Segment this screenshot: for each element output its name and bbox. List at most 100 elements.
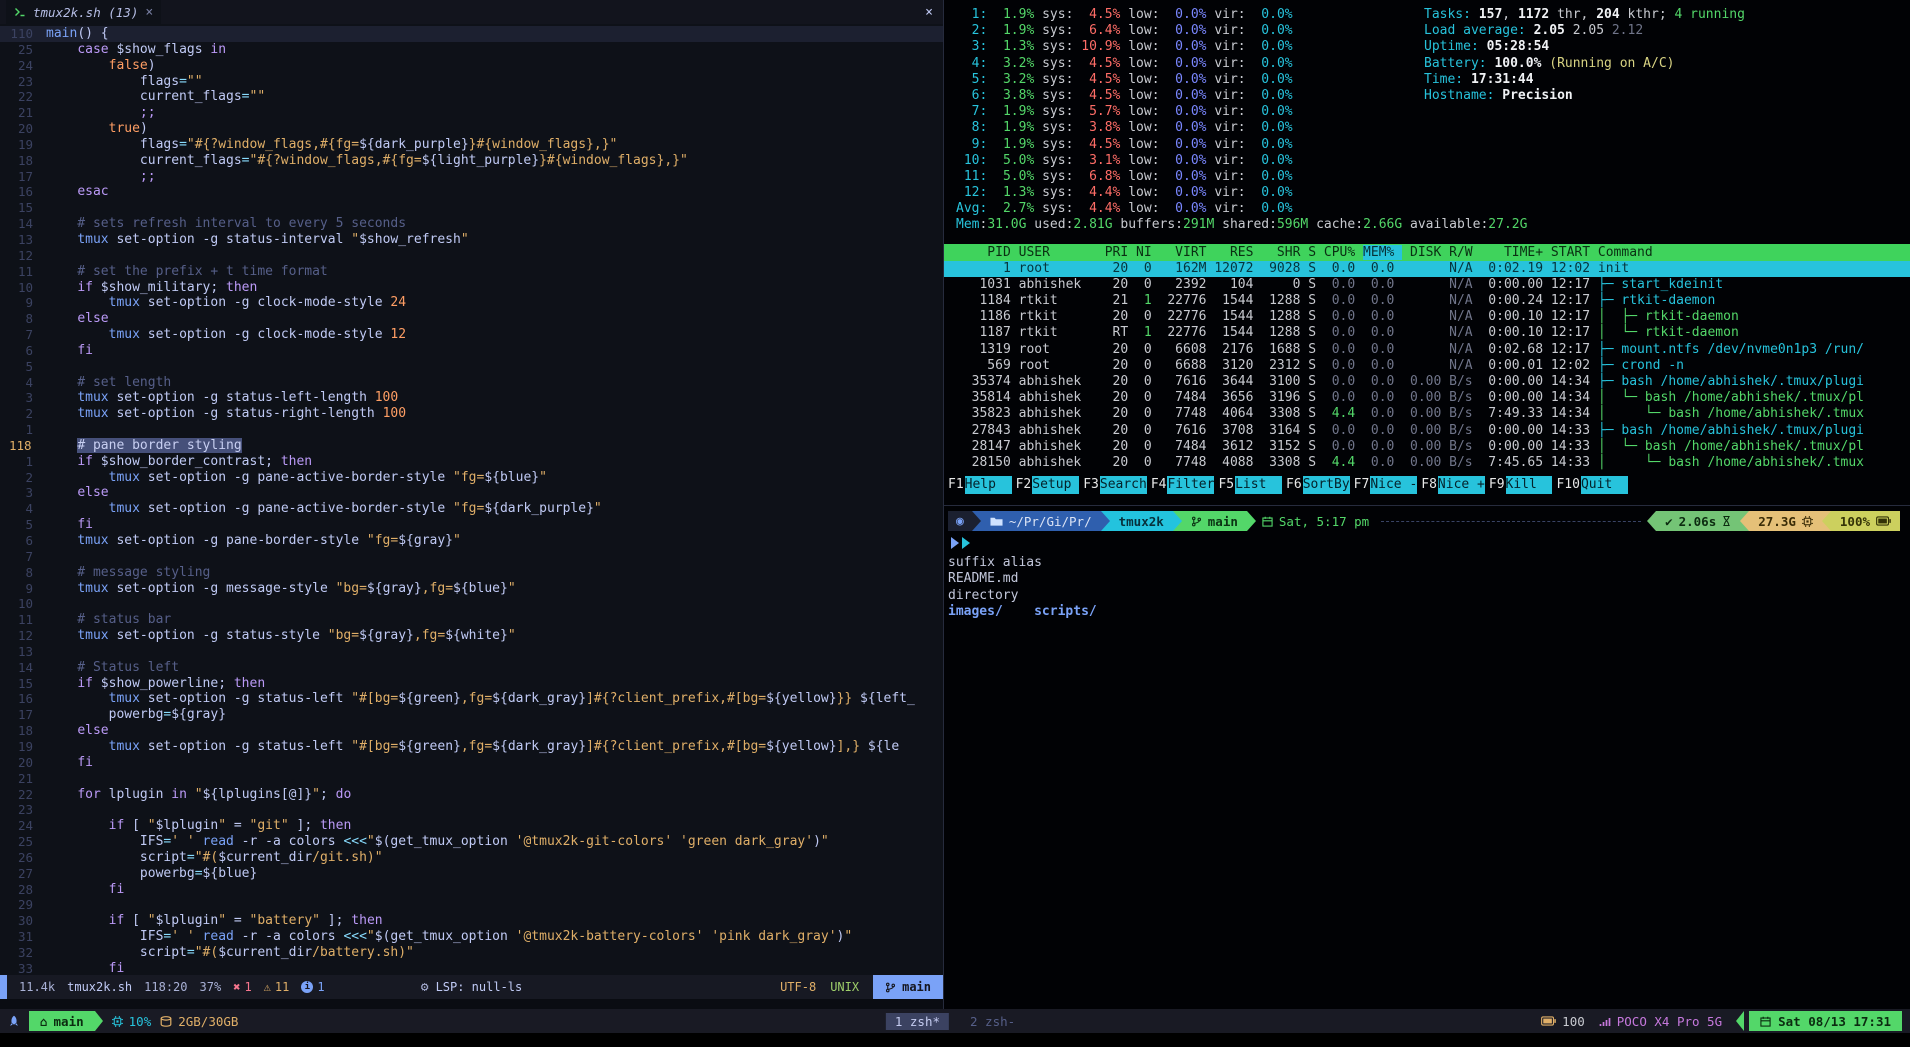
git-branch-statusline: main xyxy=(873,975,943,999)
process-row[interactable]: 35823 abhishek 20 0 7748 4064 3308 S 4.4… xyxy=(944,406,1910,422)
process-row[interactable]: 1 root 20 0 162M 12072 9028 S 0.0 0.0 N/… xyxy=(944,261,1910,277)
process-row[interactable]: 569 root 20 0 6688 3120 2312 S 0.0 0.0 N… xyxy=(944,358,1910,374)
cpu-meter-row: 9: 1.9% sys: 4.5% low: 0.0% vir: 0.0% xyxy=(956,137,1424,153)
fkey-f1[interactable]: F1Help xyxy=(944,476,1012,494)
code-line: 11 # status bar xyxy=(0,612,943,628)
signal-icon xyxy=(1599,1016,1611,1027)
code-line: 29 xyxy=(0,897,943,913)
process-row[interactable]: 35814 abhishek 20 0 7484 3656 3196 S 0.0… xyxy=(944,390,1910,406)
tmux-session-screen: tmux2k.sh (13) × × 110main() {25 case $s… xyxy=(0,0,1910,1047)
code-line: 19 flags="#{?window_flags,#{fg=${dark_pu… xyxy=(0,137,943,153)
process-row[interactable]: 27843 abhishek 20 0 7616 3708 3164 S 0.0… xyxy=(944,423,1910,439)
code-line: 8 # message styling xyxy=(0,565,943,581)
code-line: 23 flags="" xyxy=(0,74,943,90)
process-table: PID USER PRI NI VIRT RES SHR S CPU% MEM%… xyxy=(944,244,1910,471)
cpu-chip-icon xyxy=(112,1016,123,1027)
line-number: 15 xyxy=(0,200,46,216)
statusline-filename: tmux2k.sh xyxy=(67,980,132,994)
line-number: 19 xyxy=(0,137,46,153)
terminal-line: images/ scripts/ xyxy=(948,604,1900,620)
line-number: 28 xyxy=(0,882,46,898)
line-number: 8 xyxy=(0,565,46,581)
process-table-header[interactable]: PID USER PRI NI VIRT RES SHR S CPU% MEM%… xyxy=(944,244,1910,261)
cpu-meters: 1: 1.9% sys: 4.5% low: 0.0% vir: 0.0% 2:… xyxy=(956,7,1424,217)
code-line: 9 tmux set-option -g clock-mode-style 24 xyxy=(0,295,943,311)
system-info-line: Hostname: Precision xyxy=(1424,88,1910,104)
mode-accent-bar xyxy=(0,975,7,999)
code-line: 20 true) xyxy=(0,121,943,137)
session-name-segment[interactable]: ⌂main xyxy=(29,1011,95,1031)
fkey-f9[interactable]: F9Kill xyxy=(1485,476,1553,494)
system-info-line: Time: 17:31:44 xyxy=(1424,72,1910,88)
line-number: 2 xyxy=(0,406,46,422)
fkey-f4[interactable]: F4Filter xyxy=(1147,476,1215,494)
code-line: 5 fi xyxy=(0,517,943,533)
line-number: 30 xyxy=(0,913,46,929)
line-number: 24 xyxy=(0,58,46,74)
process-row[interactable]: 28147 abhishek 20 0 7484 3612 3152 S 0.0… xyxy=(944,439,1910,455)
line-number: 16 xyxy=(0,691,46,707)
cpu-meter-row: 2: 1.9% sys: 6.4% low: 0.0% vir: 0.0% xyxy=(956,23,1424,39)
line-number: 10 xyxy=(0,280,46,296)
memory-line: Mem:31.0G used:2.81G buffers:291M shared… xyxy=(956,217,1910,233)
fkey-f10[interactable]: F10Quit xyxy=(1552,476,1627,494)
process-row[interactable]: 1186 rtkit 20 0 22776 1544 1288 S 0.0 0.… xyxy=(944,309,1910,325)
cpu-meter-row: 10: 5.0% sys: 3.1% low: 0.0% vir: 0.0% xyxy=(956,153,1424,169)
prompt-filler xyxy=(1381,521,1641,522)
process-row[interactable]: 35374 abhishek 20 0 7616 3644 3100 S 0.0… xyxy=(944,374,1910,390)
check-icon: ✔ xyxy=(1665,514,1673,529)
code-line: 13 xyxy=(0,644,943,660)
process-row[interactable]: 28150 abhishek 20 0 7748 4088 3308 S 4.4… xyxy=(944,455,1910,471)
buffer-tab[interactable]: tmux2k.sh (13) × xyxy=(6,0,161,24)
file-format: UNIX xyxy=(830,980,859,994)
line-number: 19 xyxy=(0,739,46,755)
battery-icon xyxy=(1876,516,1891,526)
window-list: 1 zsh* 2 zsh- xyxy=(886,1009,1024,1033)
tmux-status-bar: ⌂main 10% 2GB/30GB 1 zsh*2 zsh- 100 POCO… xyxy=(0,1009,1910,1033)
process-row[interactable]: 1184 rtkit 21 1 22776 1544 1288 S 0.0 0.… xyxy=(944,293,1910,309)
process-row[interactable]: 1319 root 20 0 6608 2176 1688 S 0.0 0.0 … xyxy=(944,342,1910,358)
code-line: 26 script="#($current_dir/git.sh)" xyxy=(0,850,943,866)
line-number: 33 xyxy=(0,961,46,975)
code-line: 9 tmux set-option -g message-style "bg=$… xyxy=(0,581,943,597)
fkey-f2[interactable]: F2Setup xyxy=(1012,476,1080,494)
tmux-window[interactable]: 1 zsh* xyxy=(886,1013,949,1030)
editor-tabline: tmux2k.sh (13) × × xyxy=(0,0,943,24)
code-line: 7 xyxy=(0,549,943,565)
code-line: 20 fi xyxy=(0,755,943,771)
code-line: 22 for lplugin in "${lplugins[@]}"; do xyxy=(0,787,943,803)
command-duration: ✔2.06s xyxy=(1656,511,1740,531)
battery-icon xyxy=(1541,1016,1556,1026)
rocket-icon xyxy=(8,1015,20,1027)
code-line: 16 tmux set-option -g status-left "#[bg=… xyxy=(0,691,943,707)
code-line: 22 current_flags="" xyxy=(0,89,943,105)
tmux-window[interactable]: 2 zsh- xyxy=(961,1013,1024,1030)
tabline-close-icon[interactable]: × xyxy=(925,5,933,20)
cpu-meter-row: 6: 3.8% sys: 4.5% low: 0.0% vir: 0.0% xyxy=(956,88,1424,104)
line-number: 6 xyxy=(0,533,46,549)
powerline-separator xyxy=(1101,511,1110,531)
process-row[interactable]: 1187 rtkit RT 1 22776 1544 1288 S 0.0 0.… xyxy=(944,325,1910,341)
scroll-percent: 37% xyxy=(200,980,222,994)
line-number: 6 xyxy=(0,343,46,359)
fkey-f6[interactable]: F6SortBy xyxy=(1282,476,1350,494)
code-line: 24 false) xyxy=(0,58,943,74)
code-line: 32 script="#($current_dir/battery.sh)" xyxy=(0,945,943,961)
fkey-f8[interactable]: F8Nice + xyxy=(1417,476,1485,494)
shell-pane[interactable]: ◉ ~/Pr/Gi/Pr/ tmux2k main xyxy=(944,506,1910,1009)
process-row[interactable]: 1031 abhishek 20 0 2392 104 0 S 0.0 0.0 … xyxy=(944,277,1910,293)
system-info-line: Tasks: 157, 1172 thr, 204 kthr; 4 runnin… xyxy=(1424,7,1910,23)
prompt-input-line[interactable] xyxy=(951,534,1900,551)
battery-usage: 100% xyxy=(1831,511,1900,531)
fkey-f3[interactable]: F3Search xyxy=(1079,476,1147,494)
fkey-f5[interactable]: F5List xyxy=(1214,476,1282,494)
code-line: 19 tmux set-option -g status-left "#[bg=… xyxy=(0,739,943,755)
code-line: 4 # set length xyxy=(0,375,943,391)
line-number: 1 xyxy=(0,422,46,438)
warning-icon: ⚠ xyxy=(264,980,271,994)
htop-pane[interactable]: 1: 1.9% sys: 4.5% low: 0.0% vir: 0.0% 2:… xyxy=(944,0,1910,506)
buffer-close-icon[interactable]: × xyxy=(145,5,153,20)
neovim-pane[interactable]: tmux2k.sh (13) × × 110main() {25 case $s… xyxy=(0,0,944,1009)
code-line: 21 xyxy=(0,771,943,787)
fkey-f7[interactable]: F7Nice - xyxy=(1350,476,1418,494)
